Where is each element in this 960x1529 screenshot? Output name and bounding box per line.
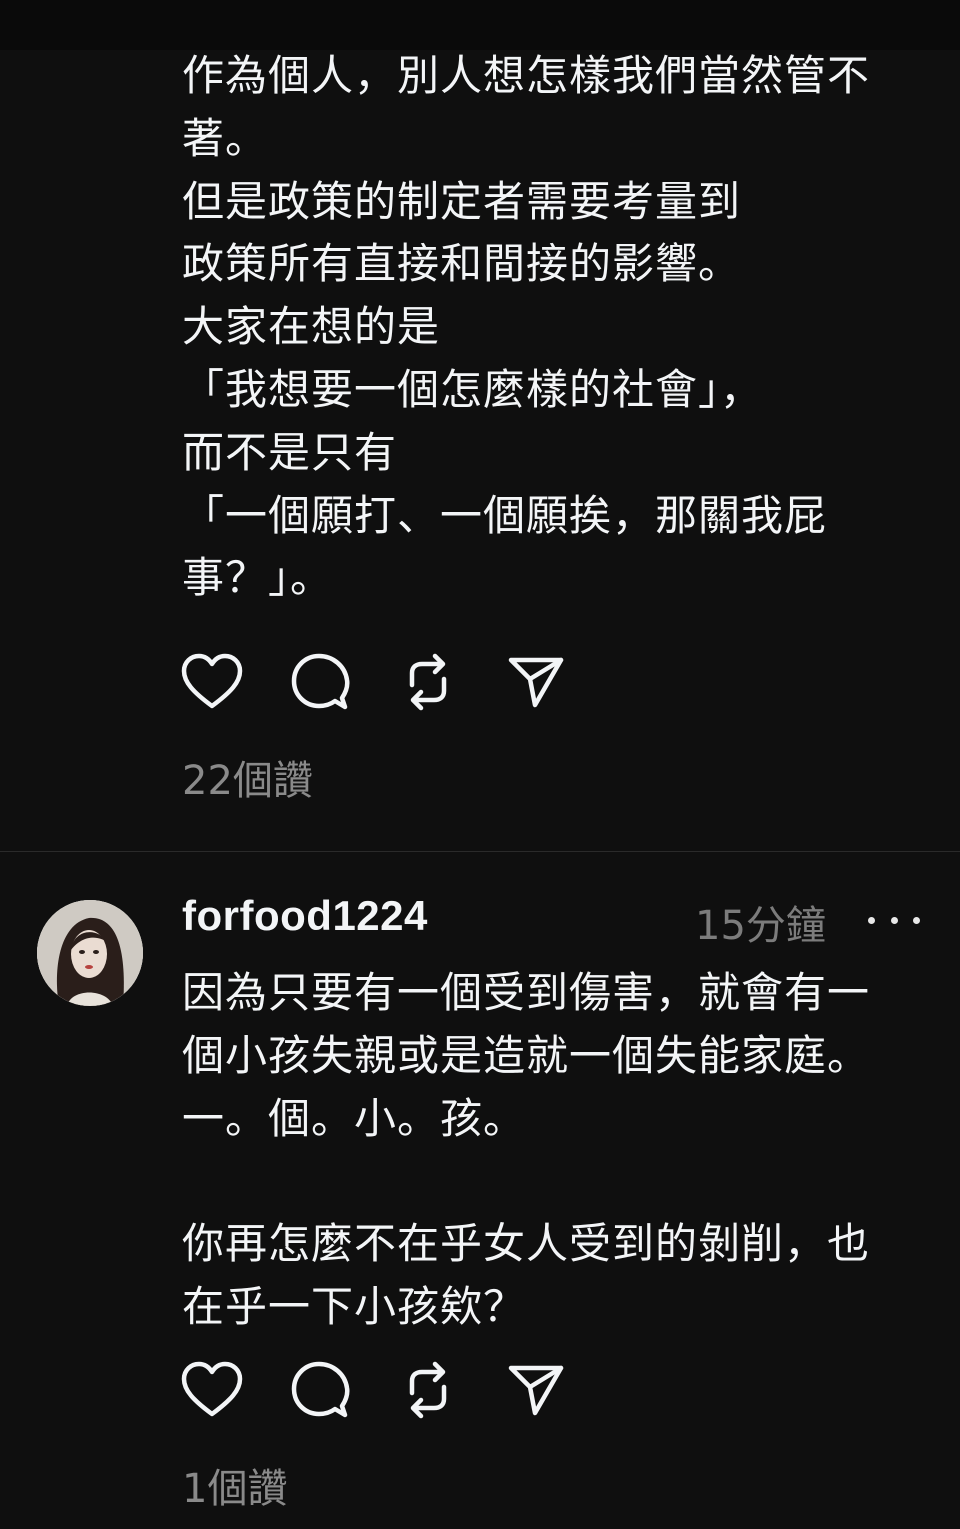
heart-icon [181,653,243,709]
post-line: 著。 [182,113,269,163]
top-bar [0,0,960,50]
repost-icon [409,1361,447,1419]
like-button[interactable] [180,650,244,714]
reply-line: 因為只要有一個受到傷害，就會有一 [182,968,871,1017]
post-line: 但是政策的制定者需要考量到 [182,176,742,226]
more-button[interactable] [868,900,920,940]
repost-button[interactable] [396,650,460,714]
comment-button[interactable] [288,650,352,714]
avatar[interactable] [37,900,143,1006]
post-line: 「一個願打、一個願挨，那關我屁 [182,490,828,540]
reply-line: 個小孩失親或是造就一個失能家庭。 [182,1030,871,1080]
like-count[interactable]: 22個讚 [182,748,313,806]
post-line: 大家在想的是 [182,302,441,352]
reply-line: 你再怎麼不在乎女人受到的剝削，也 [182,1219,871,1269]
more-icon [890,916,898,924]
post-line: 而不是只有 [182,427,398,477]
like-button[interactable] [180,1358,244,1422]
reply-line [182,1150,922,1213]
more-icon [913,916,920,924]
post-line: 政策所有直接和間接的影響。 [182,239,742,289]
share-icon [508,1365,564,1416]
reply-body: 因為只要有一個受到傷害，就會有一 個小孩失親或是造就一個失能家庭。 一。個。小。… [182,962,922,1339]
comment-icon [291,1361,350,1418]
reply-actions [180,1358,602,1422]
more-icon [868,916,875,924]
repost-icon [409,653,447,711]
comment-icon [291,653,350,710]
username[interactable]: forfood1224 [182,892,428,940]
post-line: 事？」。 [182,553,334,603]
divider [0,851,960,852]
repost-button[interactable] [396,1358,460,1422]
like-count[interactable]: 1個讚 [182,1456,287,1514]
post-line: 「我想要一個怎麼樣的社會」， [182,364,764,414]
post-body: 作為個人，別人想怎樣我們當然管不 著。 但是政策的制定者需要考量到 政策所有直接… [182,45,922,610]
share-icon [508,657,564,708]
heart-icon [181,1361,243,1417]
comment-button[interactable] [288,1358,352,1422]
share-button[interactable] [504,650,568,714]
share-button[interactable] [504,1358,568,1422]
post-actions [180,650,602,714]
timestamp: 15分鐘 [695,903,826,949]
reply-line: 在乎一下小孩欸？ [182,1281,527,1331]
reply-line: 一。個。小。孩。 [182,1093,527,1143]
post-line: 作為個人，別人想怎樣我們當然管不 [182,51,871,100]
